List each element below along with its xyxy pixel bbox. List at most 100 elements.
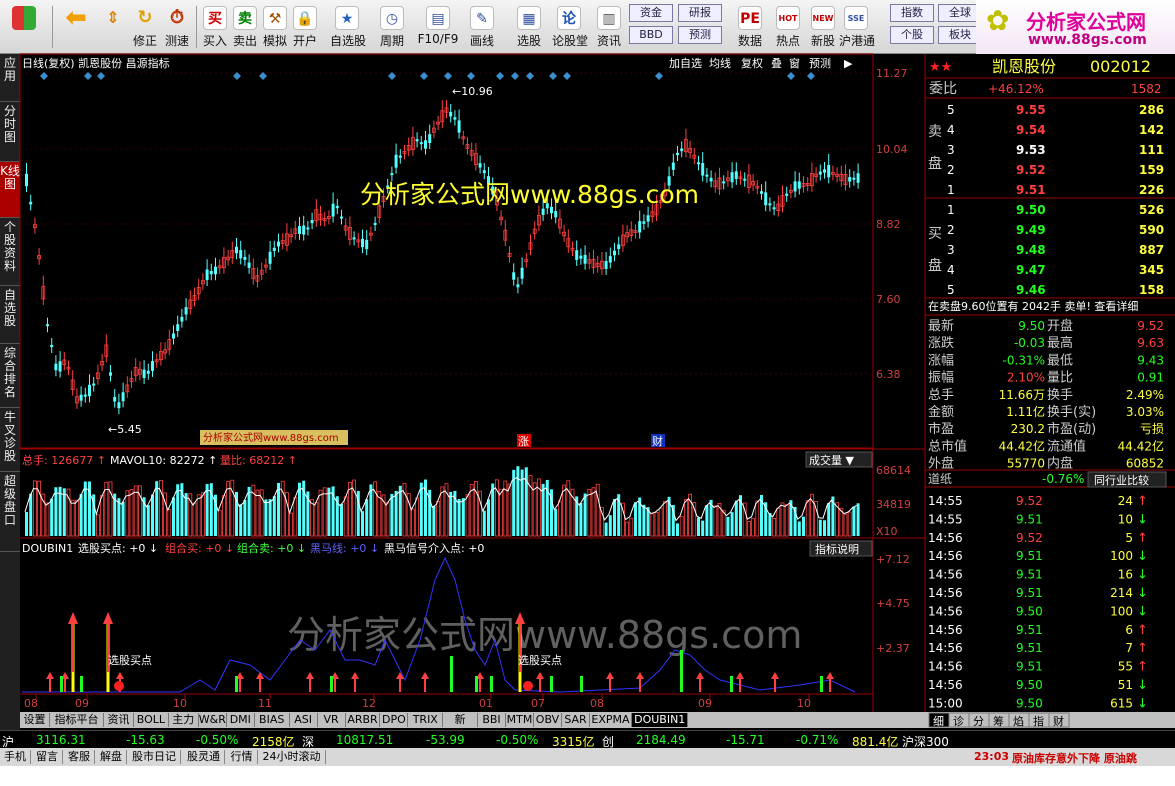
sell-level: 2 [947, 163, 955, 177]
vol-bar [701, 520, 705, 536]
stat-value-2: 2.49% [1126, 388, 1164, 402]
status-item-0[interactable]: 手机 [0, 750, 31, 764]
indicator-tab-10[interactable]: ARBR [346, 713, 381, 727]
candle-body [29, 201, 33, 205]
candle-body [92, 383, 96, 386]
chart-stage: 日线(复权) 凯恩股份 昌源指标 加自选 均线 复权叠窗预测 ▶ 11.27 10.04 8.… [19, 53, 1175, 728]
vol-bar [83, 481, 87, 536]
indicator-tab-6[interactable]: DMI [227, 713, 255, 727]
indicator-tab-17[interactable]: SAR [562, 713, 590, 727]
sell-price: 9.52 [1016, 163, 1046, 177]
vol-bar [172, 497, 175, 536]
candle-body [25, 173, 28, 187]
indicator-tab-15[interactable]: MTM [506, 713, 534, 727]
stat-value-2: 3.03% [1126, 405, 1164, 419]
status-item-3[interactable]: 解盘 [96, 750, 127, 764]
vol-bar [541, 483, 545, 536]
indicator-tab-5[interactable]: W&R [199, 713, 227, 727]
status-item-6[interactable]: 行情 [227, 750, 258, 764]
indicator-tab-4[interactable]: 主力 [169, 713, 199, 727]
right-tab-label: 诊 [953, 714, 964, 728]
candle-body [424, 140, 427, 149]
vol-bar [398, 485, 402, 536]
vol-bar [155, 481, 159, 536]
indicator-tab-2[interactable]: 资讯 [104, 713, 134, 727]
sell-level: 5 [947, 103, 955, 117]
stat-label-2: 换手 [1047, 388, 1073, 403]
arrow-down-icon: ↓ [1137, 604, 1148, 619]
index-pct: -0.71% [796, 733, 839, 747]
sell-level: 1 [947, 183, 955, 197]
tick-volume: 55 [1118, 660, 1133, 674]
stat-value-2: 9.43 [1137, 353, 1164, 367]
buy-volume: 590 [1139, 223, 1164, 237]
index-item-1[interactable]: 深 10817.51 -53.99 -0.50% 3315亿 [300, 733, 600, 749]
candle-body [848, 177, 852, 182]
index-ticker-bar: 沪 3116.31 -15.63 -0.50% 2158亿深 10817.51 -53.99… [0, 730, 1175, 749]
indicator-tab-16[interactable]: OBV [534, 713, 562, 727]
indicator-tab-1[interactable]: 指标平台 [50, 713, 104, 727]
candle-body [457, 120, 461, 133]
buy-label-1: 买 [928, 226, 942, 242]
indicator-tab-9[interactable]: VR [318, 713, 346, 727]
sell-bar [490, 676, 493, 692]
indicator-tab-12[interactable]: TRIX [408, 713, 444, 727]
watermark-gray: 分析家公式网www.88gs.com [287, 613, 802, 657]
indicator-tab-18[interactable]: EXPMA [590, 713, 632, 727]
vol-bar [50, 498, 54, 536]
indicator-tab-14[interactable]: BBI [478, 713, 506, 727]
vol-bar [205, 484, 209, 536]
candle-body [705, 174, 709, 177]
stat-value-2: 9.63 [1137, 336, 1164, 350]
candle-body [365, 239, 369, 250]
sell-volume: 142 [1139, 123, 1164, 137]
tick-volume: 100 [1110, 549, 1133, 563]
status-bar: 手机 留言 客服 解盘 股市日记 股灵通 行情 24小时滚动 23:03 原油库存意外下降 原油跳 [0, 748, 1175, 766]
stock-code: 002012 [1090, 57, 1151, 76]
price-tick-2: 8.82 [876, 218, 901, 231]
candle-body [743, 178, 747, 181]
stat-value-2: 0.91 [1137, 371, 1164, 385]
stat-label-2: 开盘 [1047, 318, 1073, 334]
status-item-5[interactable]: 股灵通 [183, 750, 225, 764]
indicator-tab-13[interactable]: 新DMA [443, 713, 478, 740]
tick-volume: 7 [1125, 641, 1133, 655]
buy-level: 2 [947, 223, 955, 237]
arrow-up-icon: ↑ [1137, 660, 1148, 675]
tick-price: 9.51 [1016, 641, 1043, 655]
stat-label-2: 内盘 [1047, 456, 1073, 472]
tick-volume: 5 [1125, 531, 1133, 545]
chart-header: 日线(复权) 凯恩股份 昌源指标 [22, 56, 170, 70]
stat-label-2: 市盈(动) [1047, 421, 1096, 437]
indicator-tab-0[interactable]: 设置 [20, 713, 50, 727]
month-label-0: 08 [24, 697, 38, 710]
candle-body [54, 363, 58, 371]
chart-header-button-1: 均线 [709, 56, 731, 70]
status-news[interactable]: 原油库存意外下降 原油跳 [1012, 750, 1137, 766]
candle-body [58, 361, 62, 372]
indicator-tab-19[interactable]: DOUBIN1 [632, 713, 689, 727]
indicator-tab-8[interactable]: ASI [290, 713, 318, 727]
buy-volume: 887 [1139, 243, 1164, 257]
status-item-7[interactable]: 24小时滚动 [259, 750, 326, 764]
status-item-2[interactable]: 客服 [64, 750, 95, 764]
candle-body [121, 392, 125, 402]
month-label-3: 11 [258, 697, 272, 710]
vol-bar [730, 512, 734, 536]
candle-body [676, 152, 679, 156]
status-item-4[interactable]: 股市日记 [128, 750, 181, 764]
index-item-3[interactable]: 沪深300 [900, 733, 1175, 749]
vol-bar [449, 491, 453, 536]
candle-body [310, 220, 314, 224]
status-time: 23:03 [974, 750, 1010, 763]
vol-bar [856, 503, 860, 536]
indicator-tab-3[interactable]: BOLL [134, 713, 169, 727]
indicator-tab-11[interactable]: DPO [380, 713, 409, 727]
vol-bar [432, 505, 436, 536]
vol-bar [54, 487, 58, 536]
sell-bar [550, 676, 553, 692]
status-item-1[interactable]: 留言 [32, 750, 63, 764]
index-item-0[interactable]: 沪 3116.31 -15.63 -0.50% 2158亿 [0, 733, 300, 749]
index-item-2[interactable]: 创 2184.49 -15.71 -0.71% 881.4亿 [600, 733, 900, 749]
indicator-tab-7[interactable]: BIAS [255, 713, 290, 727]
